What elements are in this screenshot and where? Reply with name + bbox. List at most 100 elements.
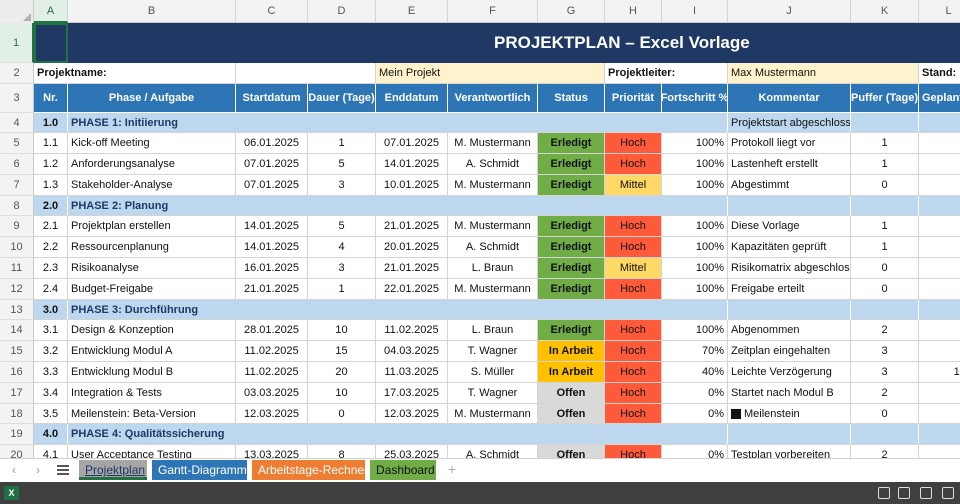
task-name[interactable]: Entwicklung Modul A (68, 341, 236, 362)
task-progress[interactable]: 100% (662, 154, 728, 175)
task-buffer[interactable]: 0 (851, 404, 919, 424)
task-name[interactable]: Projektplan erstellen (68, 216, 236, 237)
task-owner[interactable]: M. Mustermann (448, 133, 538, 154)
task-planned[interactable]: 8,0 (919, 341, 960, 362)
task-status[interactable]: Erledigt (538, 279, 605, 300)
task-nr[interactable]: 1.2 (34, 154, 68, 175)
task-buffer[interactable]: 2 (851, 383, 919, 404)
task-nr[interactable]: 1.3 (34, 175, 68, 196)
task-priority[interactable]: Hoch (605, 341, 662, 362)
task-owner[interactable]: M. Mustermann (448, 216, 538, 237)
task-comment[interactable]: Meilenstein (728, 404, 851, 424)
row-header-6[interactable]: 6 (0, 154, 34, 175)
phase-title[interactable]: PHASE 4: Qualitätssicherung (68, 424, 728, 445)
task-end[interactable]: 21.01.2025 (376, 258, 448, 279)
column-header-a[interactable]: A (34, 0, 68, 23)
phase-comment[interactable] (728, 424, 851, 445)
view-normal-icon[interactable] (878, 487, 890, 499)
task-end[interactable]: 17.03.2025 (376, 383, 448, 404)
task-priority[interactable]: Hoch (605, 154, 662, 175)
row-header-4[interactable]: 4 (0, 113, 34, 133)
task-duration[interactable]: 3 (308, 175, 376, 196)
task-duration[interactable]: 4 (308, 237, 376, 258)
stand-label[interactable]: Stand: (919, 63, 960, 84)
header-nr[interactable]: Nr. (34, 84, 68, 113)
task-comment[interactable]: Freigabe erteilt (728, 279, 851, 300)
task-buffer[interactable]: 1 (851, 133, 919, 154)
header-buffer[interactable]: Puffer (Tage) (851, 84, 919, 113)
project-lead-input[interactable]: Max Mustermann (728, 63, 919, 84)
phase-nr[interactable]: 4.0 (34, 424, 68, 445)
task-comment[interactable]: Lastenheft erstellt (728, 154, 851, 175)
task-duration[interactable]: 10 (308, 383, 376, 404)
view-pagebreak-icon[interactable] (920, 487, 932, 499)
task-comment[interactable]: Zeitplan eingehalten (728, 341, 851, 362)
task-progress[interactable]: 100% (662, 237, 728, 258)
column-header-f[interactable]: F (448, 0, 538, 23)
task-priority[interactable]: Hoch (605, 216, 662, 237)
task-end[interactable]: 04.03.2025 (376, 341, 448, 362)
excel-app-icon[interactable]: X (4, 486, 19, 500)
task-nr[interactable]: 3.4 (34, 383, 68, 404)
task-nr[interactable]: 2.4 (34, 279, 68, 300)
task-progress[interactable]: 100% (662, 175, 728, 196)
row-header-15[interactable]: 15 (0, 341, 34, 362)
column-header-e[interactable]: E (376, 0, 448, 23)
task-nr[interactable]: 3.5 (34, 404, 68, 424)
phase-buffer[interactable] (851, 113, 919, 133)
task-owner[interactable]: A. Schmidt (448, 154, 538, 175)
header-progress[interactable]: Fortschritt % (662, 84, 728, 113)
prev-sheet-icon[interactable]: ‹ (6, 462, 22, 478)
column-header-c[interactable]: C (236, 0, 308, 23)
phase-title[interactable]: PHASE 3: Durchführung (68, 300, 728, 320)
task-start[interactable]: 11.02.2025 (236, 362, 308, 383)
phase-title[interactable]: PHASE 1: Initiierung (68, 113, 728, 133)
task-planned[interactable]: 50 (919, 133, 960, 154)
column-header-g[interactable]: G (538, 0, 605, 23)
row-header-14[interactable]: 14 (0, 320, 34, 341)
task-priority[interactable]: Hoch (605, 383, 662, 404)
project-lead-label[interactable]: Projektleiter: (605, 63, 728, 84)
task-buffer[interactable]: 0 (851, 175, 919, 196)
header-owner[interactable]: Verantwortlich (448, 84, 538, 113)
row-header-7[interactable]: 7 (0, 175, 34, 196)
task-status[interactable]: In Arbeit (538, 362, 605, 383)
task-progress[interactable]: 100% (662, 279, 728, 300)
task-buffer[interactable]: 2 (851, 320, 919, 341)
task-name[interactable]: Risikoanalyse (68, 258, 236, 279)
task-priority[interactable]: Hoch (605, 133, 662, 154)
task-name[interactable]: Ressourcenplanung (68, 237, 236, 258)
task-nr[interactable]: 1.1 (34, 133, 68, 154)
task-start[interactable]: 07.01.2025 (236, 154, 308, 175)
sheet-tab-dashboard[interactable]: Dashboard (370, 460, 436, 480)
header-task[interactable]: Phase / Aufgabe (68, 84, 236, 113)
task-progress[interactable]: 70% (662, 341, 728, 362)
task-comment[interactable]: Diese Vorlage (728, 216, 851, 237)
column-header-k[interactable]: K (851, 0, 919, 23)
task-progress[interactable]: 40% (662, 362, 728, 383)
task-name[interactable]: Entwicklung Modul B (68, 362, 236, 383)
phase-buffer[interactable] (851, 424, 919, 445)
task-progress[interactable]: 0% (662, 383, 728, 404)
header-planned[interactable]: Geplant (919, 84, 960, 113)
header-duration[interactable]: Dauer (Tage) (308, 84, 376, 113)
task-buffer[interactable]: 3 (851, 341, 919, 362)
select-all-corner[interactable] (0, 0, 34, 23)
phase-planned[interactable] (919, 113, 960, 133)
task-nr[interactable]: 3.3 (34, 362, 68, 383)
task-comment[interactable]: Kapazitäten geprüft (728, 237, 851, 258)
task-comment[interactable]: Protokoll liegt vor (728, 133, 851, 154)
task-priority[interactable]: Hoch (605, 404, 662, 424)
task-owner[interactable]: M. Mustermann (448, 279, 538, 300)
task-buffer[interactable]: 1 (851, 216, 919, 237)
task-duration[interactable]: 5 (308, 216, 376, 237)
sheet-tab-projektplan[interactable]: Projektplan (79, 460, 147, 480)
task-start[interactable]: 21.01.2025 (236, 279, 308, 300)
task-progress[interactable]: 100% (662, 320, 728, 341)
task-status[interactable]: Erledigt (538, 258, 605, 279)
menu-icon[interactable] (57, 465, 69, 475)
task-planned[interactable]: 60 (919, 237, 960, 258)
task-duration[interactable]: 1 (308, 279, 376, 300)
row-header-11[interactable]: 11 (0, 258, 34, 279)
project-name-spacer[interactable] (236, 63, 376, 84)
